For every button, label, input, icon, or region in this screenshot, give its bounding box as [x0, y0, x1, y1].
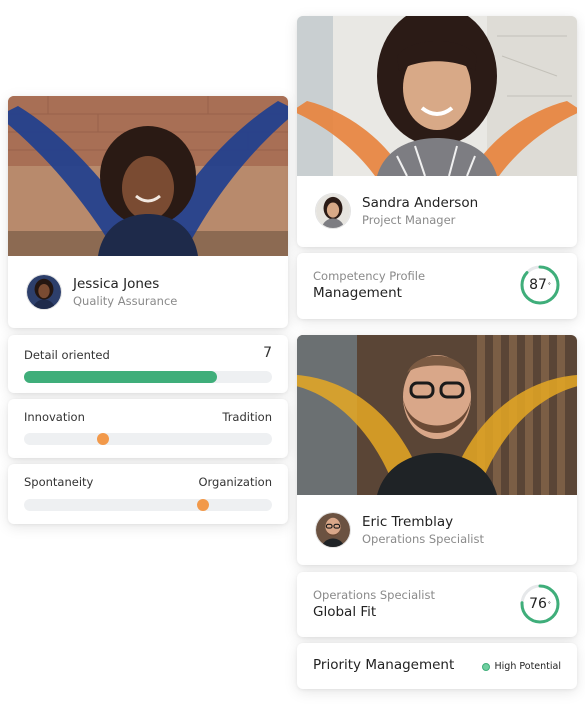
trait-innovation-right: Tradition [222, 410, 272, 424]
trait-card-innovation: Innovation Tradition [8, 399, 288, 458]
high-potential-badge: High Potential [481, 661, 561, 672]
competency-card[interactable]: Competency Profile Management 87 ° [297, 253, 577, 319]
globalfit-card[interactable]: Operations Specialist Global Fit 76 ° [297, 572, 577, 637]
trait-spontaneity-right: Organization [198, 475, 272, 489]
competency-title: Management [313, 285, 402, 301]
eric-avatar [315, 512, 351, 548]
trait-card-spontaneity: Spontaneity Organization [8, 464, 288, 524]
trait-detail-value: 7 [263, 345, 272, 361]
degree-icon: ° [547, 600, 551, 608]
globalfit-subtitle: Operations Specialist [313, 588, 436, 602]
degree-icon: ° [547, 281, 551, 289]
sandra-role: Project Manager [362, 212, 456, 227]
competency-score-ring: 87 ° [519, 264, 561, 306]
jessica-avatar [26, 274, 62, 310]
trait-innovation-marker [97, 433, 110, 445]
priority-label: Priority Management [313, 657, 455, 673]
profile-card-sandra[interactable]: Sandra Anderson Project Manager [297, 16, 577, 247]
eric-name: Eric Tremblay [362, 513, 454, 530]
globalfit-score-ring: 76 ° [519, 583, 561, 625]
globalfit-score: 76 [529, 596, 547, 612]
trait-detail-label: Detail oriented [24, 348, 110, 362]
trait-spontaneity-track [24, 499, 272, 511]
trait-card-detail: Detail oriented 7 [8, 335, 288, 393]
trait-innovation-left: Innovation [24, 410, 85, 424]
eric-role: Operations Specialist [362, 531, 485, 546]
jessica-photo [8, 96, 288, 256]
profile-card-eric[interactable]: Eric Tremblay Operations Specialist [297, 335, 577, 565]
globalfit-title: Global Fit [313, 604, 377, 620]
competency-subtitle: Competency Profile [313, 269, 426, 283]
eric-photo [297, 335, 577, 495]
high-potential-label: High Potential [494, 661, 561, 672]
profile-card-jessica[interactable]: Jessica Jones Quality Assurance [8, 96, 288, 328]
sandra-avatar [315, 193, 351, 229]
trait-innovation-track [24, 433, 272, 445]
trait-spontaneity-marker [196, 499, 209, 511]
trait-detail-track [24, 371, 272, 383]
status-dot-icon [481, 662, 490, 671]
sandra-photo [297, 16, 577, 176]
competency-score: 87 [529, 277, 547, 293]
jessica-role: Quality Assurance [73, 293, 178, 308]
trait-detail-fill [24, 371, 218, 383]
priority-card[interactable]: Priority Management High Potential [297, 643, 577, 689]
sandra-name: Sandra Anderson [362, 194, 479, 211]
jessica-name: Jessica Jones [73, 275, 160, 292]
trait-spontaneity-left: Spontaneity [24, 475, 94, 489]
